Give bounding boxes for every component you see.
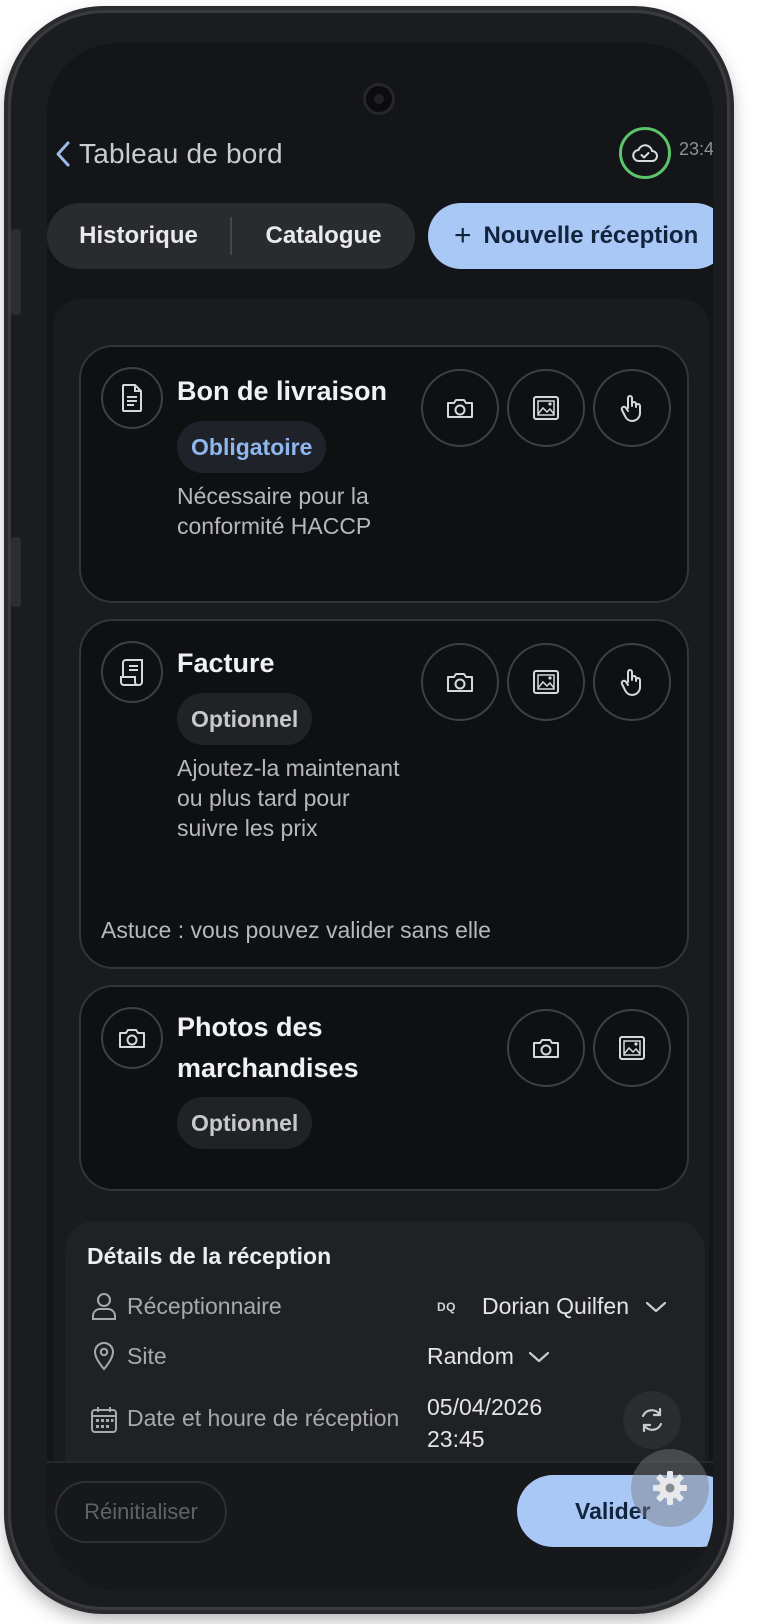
date-value: 05/04/2026 (427, 1394, 543, 1420)
camera-icon (447, 399, 473, 418)
required-badge: Obligatoire (177, 421, 327, 473)
site-select[interactable]: Random (427, 1343, 550, 1370)
card-description: Ajoutez-la maintenant ou plus tard pour … (177, 755, 400, 841)
tap-hand-icon (620, 669, 641, 696)
view-segmented-control: Historique Catalogue (47, 203, 415, 269)
card-invoice: Facture Optionnel Ajoutez-la maintenant … (79, 619, 689, 969)
status-clock: 23:4 (679, 139, 713, 159)
reset-button[interactable]: Réinitialiser (55, 1481, 227, 1543)
receiver-label: Réceptionnaire (127, 1293, 282, 1319)
gallery-icon (533, 396, 559, 420)
new-reception-label: Nouvelle réception (483, 222, 699, 249)
new-reception-button[interactable]: + Nouvelle réception (428, 203, 713, 269)
plus-icon: + (454, 219, 472, 252)
person-icon (87, 1289, 121, 1323)
take-photo-button[interactable] (421, 369, 499, 447)
optional-badge: Optionnel (177, 693, 313, 745)
document-icon (101, 367, 163, 429)
screen: Tableau de bord 23:4 Historique Catalogu… (47, 43, 713, 1591)
gallery-icon (533, 670, 559, 694)
tab-historique[interactable]: Historique (47, 222, 230, 250)
settings-fab[interactable] (631, 1449, 709, 1527)
chevron-down-icon (645, 1301, 667, 1312)
details-title: Détails de la réception (87, 1243, 332, 1269)
location-pin-icon (87, 1339, 121, 1373)
site-value: Random (427, 1343, 514, 1369)
refresh-icon (641, 1407, 663, 1433)
card-tip: Astuce : vous pouvez valider sans elle (101, 917, 491, 943)
calendar-icon (87, 1403, 121, 1437)
camera-icon (533, 1039, 559, 1058)
power-button (11, 537, 21, 607)
date-label: Date et houre de réception (127, 1405, 400, 1431)
pick-gallery-button[interactable] (593, 1009, 671, 1087)
gallery-icon (619, 1036, 645, 1060)
take-photo-button[interactable] (421, 643, 499, 721)
card-title: Bon de livraison (177, 376, 388, 406)
tab-catalogue[interactable]: Catalogue (232, 222, 415, 250)
card-title: Facture (177, 648, 275, 678)
tap-hand-icon (620, 395, 641, 422)
avatar: DQ (437, 1299, 456, 1314)
chevron-left-icon (56, 141, 70, 167)
camera-icon (447, 673, 473, 692)
receiver-select[interactable]: DQ Dorian Quilfen (427, 1293, 667, 1320)
site-label: Site (127, 1343, 167, 1369)
optional-badge: Optionnel (177, 1097, 313, 1149)
receipt-icon (101, 641, 163, 703)
pick-gallery-button[interactable] (507, 369, 585, 447)
volume-button (11, 229, 21, 315)
cloud-icon (632, 144, 658, 162)
back-label: Tableau de bord (79, 138, 283, 169)
take-photo-button[interactable] (507, 1009, 585, 1087)
card-title: Photos des marchandises (177, 1012, 359, 1083)
pick-gallery-button[interactable] (507, 643, 585, 721)
time-value: 23:45 (427, 1426, 485, 1452)
phone-frame: Tableau de bord 23:4 Historique Catalogu… (8, 10, 730, 1610)
card-goods-photos: Photos des marchandises Optionnel (79, 985, 689, 1191)
card-description: Nécessaire pour la conformité HACCP (177, 483, 372, 539)
back-navigation[interactable]: Tableau de bord (47, 129, 283, 179)
date-time-field[interactable]: 05/04/2026 23:45 (427, 1391, 542, 1455)
manual-entry-button[interactable] (593, 643, 671, 721)
gear-icon (653, 1471, 687, 1505)
camera-icon (101, 1007, 163, 1069)
receiver-value: Dorian Quilfen (482, 1293, 630, 1319)
manual-entry-button[interactable] (593, 369, 671, 447)
card-delivery-note: Bon de livraison Obligatoire Nécessaire … (79, 345, 689, 603)
cloud-sync-button[interactable] (619, 127, 671, 179)
front-camera (363, 83, 395, 115)
chevron-down-icon (528, 1351, 550, 1362)
refresh-date-button[interactable] (623, 1391, 681, 1449)
reception-details: Détails de la réception Réceptionnaire D… (65, 1221, 705, 1501)
